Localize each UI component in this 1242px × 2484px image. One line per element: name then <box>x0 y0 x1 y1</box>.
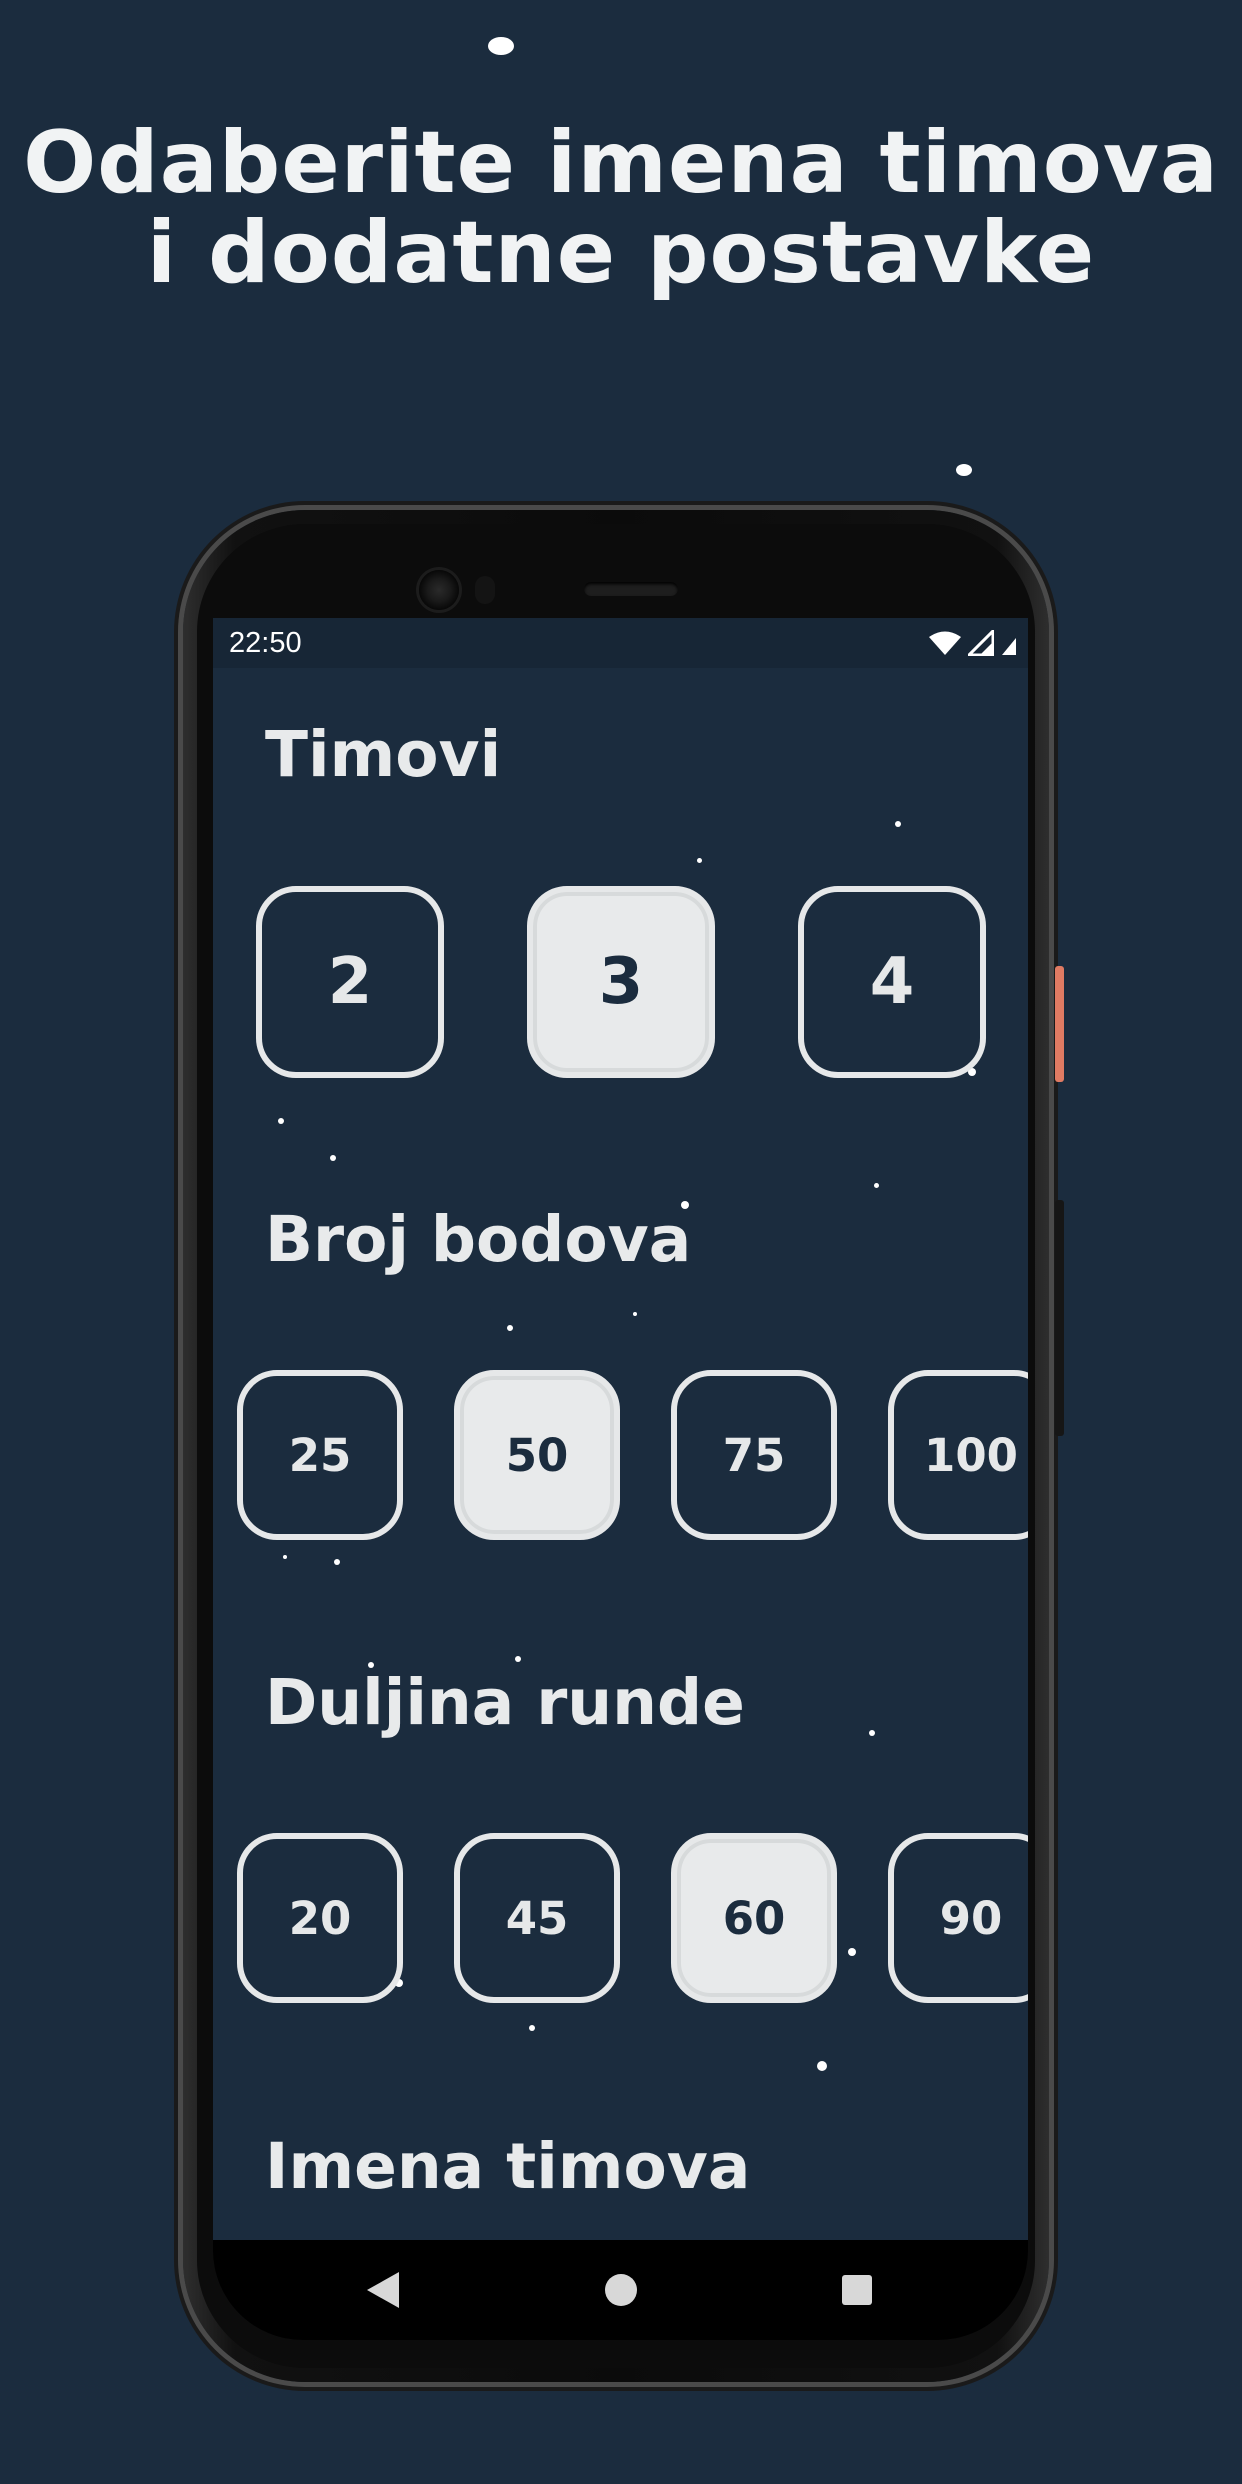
star-dot <box>515 1656 521 1662</box>
star-dot <box>334 1559 340 1565</box>
points-option-100[interactable]: 100 <box>888 1370 1028 1540</box>
teams-option-3[interactable]: 3 <box>527 886 715 1078</box>
star-dot <box>817 2061 827 2071</box>
status-icons <box>928 630 1018 656</box>
status-time: 22:50 <box>229 627 302 659</box>
battery-icon <box>1002 638 1016 655</box>
round-option-60[interactable]: 60 <box>671 1833 837 2003</box>
star-dot <box>330 1155 336 1161</box>
power-button[interactable] <box>1055 966 1064 1082</box>
back-triangle-icon[interactable] <box>365 2270 401 2310</box>
proximity-sensor <box>475 576 495 604</box>
round-option-45[interactable]: 45 <box>454 1833 620 2003</box>
round-option-90[interactable]: 90 <box>888 1833 1028 2003</box>
star-dot <box>895 821 901 827</box>
star-dot <box>529 2025 535 2031</box>
recents-square-icon[interactable] <box>839 2270 875 2310</box>
round-length-section-title: Duljina runde <box>265 1666 745 1739</box>
star-dot <box>507 1325 513 1331</box>
headline-line-2: i dodatne postavke <box>146 203 1096 303</box>
star-dot <box>956 464 972 476</box>
points-option-25[interactable]: 25 <box>237 1370 403 1540</box>
earpiece-speaker <box>584 582 678 596</box>
points-option-50[interactable]: 50 <box>454 1370 620 1540</box>
star-dot <box>874 1183 879 1188</box>
promo-headline: Odaberite imena timova i dodatne postavk… <box>0 118 1242 298</box>
teams-option-2[interactable]: 2 <box>256 886 444 1078</box>
teams-section-title: Timovi <box>265 718 502 791</box>
system-nav-bar <box>213 2240 1028 2340</box>
points-section-title: Broj bodova <box>265 1203 692 1276</box>
star-dot <box>633 1312 637 1316</box>
volume-button[interactable] <box>1055 1200 1064 1436</box>
star-dot <box>488 37 514 55</box>
star-dot <box>697 858 702 863</box>
round-option-20[interactable]: 20 <box>237 1833 403 2003</box>
home-circle-icon[interactable] <box>603 2270 639 2310</box>
app-screen: 22:50 Timovi 2 3 4 Broj bodova 25 50 75 … <box>213 618 1028 2240</box>
wifi-icon <box>929 631 961 655</box>
status-bar: 22:50 <box>213 618 1028 668</box>
headline-line-1: Odaberite imena timova <box>23 113 1219 213</box>
points-option-75[interactable]: 75 <box>671 1370 837 1540</box>
star-dot <box>848 1948 856 1956</box>
star-dot <box>278 1118 284 1124</box>
star-dot <box>869 1730 875 1736</box>
signal-icon <box>968 630 994 656</box>
front-camera <box>419 570 459 610</box>
star-dot <box>283 1555 287 1559</box>
teams-option-4[interactable]: 4 <box>798 886 986 1078</box>
team-names-section-title: Imena timova <box>265 2130 751 2203</box>
